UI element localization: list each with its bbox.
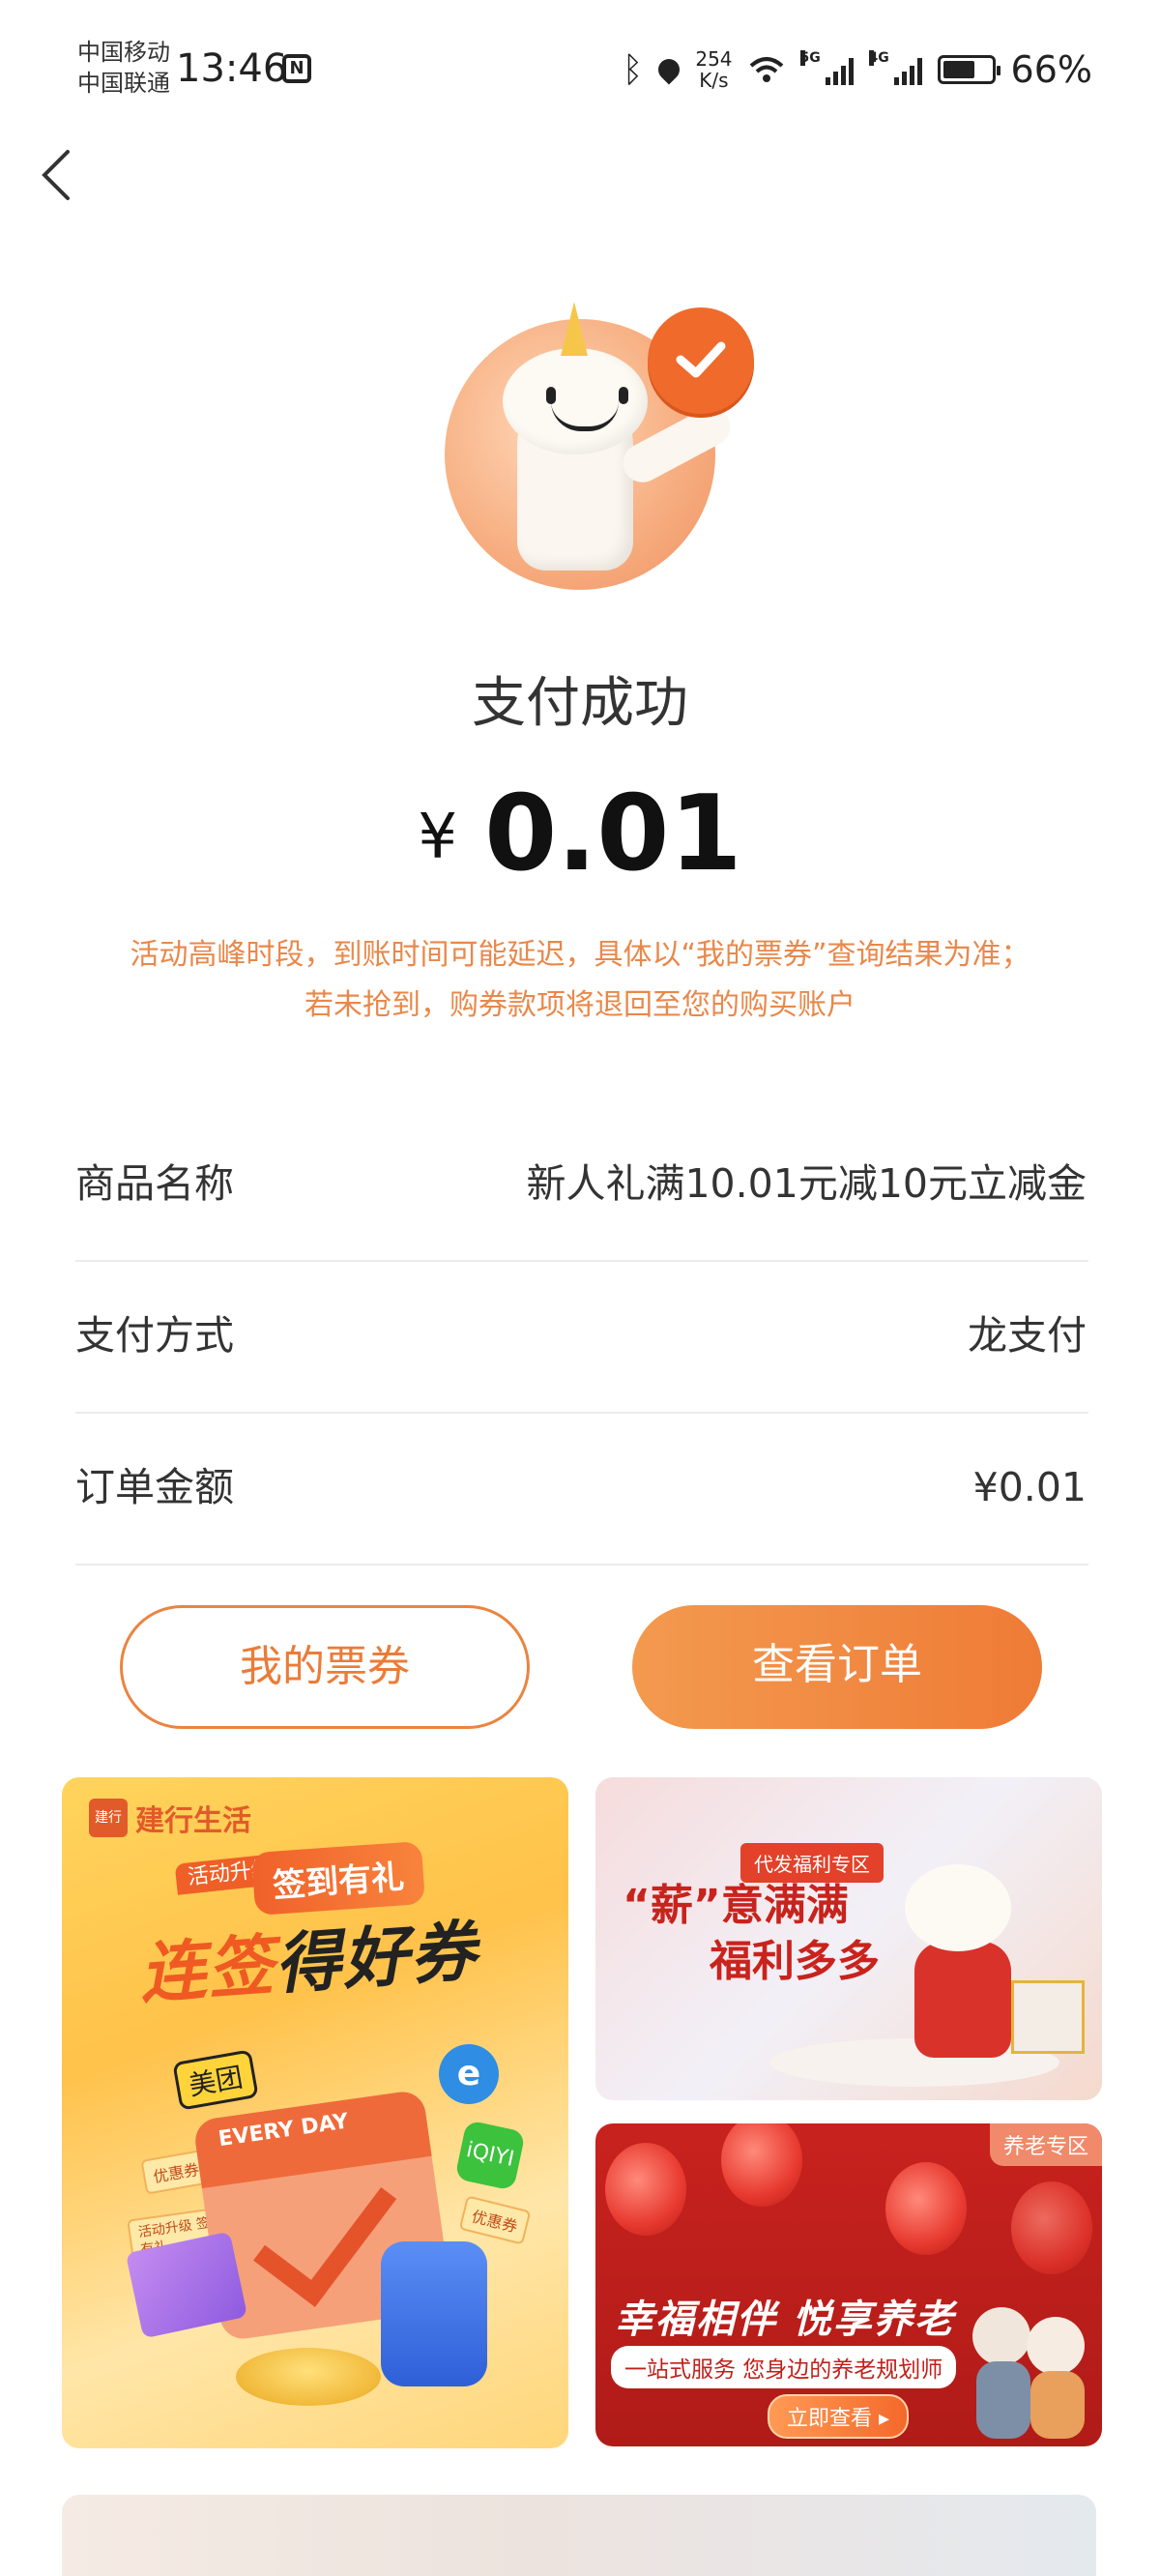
detail-row-product: 商品名称 新人礼满10.01元减10元立减金 (75, 1108, 1088, 1262)
battery-level: 66% (1010, 48, 1092, 91)
notice-line-2: 若未抢到，购券款项将退回至您的购买账户 (304, 988, 856, 1022)
iqiyi-icon: iQIYI (454, 2120, 526, 2191)
lantern-icon (721, 2123, 802, 2207)
carrier-2: 中国联通 (77, 70, 170, 97)
salary-welfare-banner[interactable]: 代发福利专区 “薪”意满满 福利多多 (595, 1777, 1102, 2100)
ccb-life-logo: 建行 (89, 1799, 128, 1837)
notice-line-1: 活动高峰时段，到账时间可能延迟，具体以“我的票券”查询结果为准； (130, 938, 1030, 972)
elder-care-banner[interactable]: 养老专区 幸福相伴 悦享养老 一站式服务 您身边的养老规划师 立即查看 ▸ (595, 2123, 1102, 2446)
clock: 13:46 (176, 46, 288, 91)
view-order-button[interactable]: 查看订单 (632, 1605, 1042, 1729)
network-speed-unit: K/s (699, 69, 729, 92)
network-speed: 254 K/s (695, 48, 732, 91)
my-tickets-button[interactable]: 我的票券 (120, 1605, 530, 1729)
salary-headline: “薪”意满满 福利多多 (623, 1878, 880, 1990)
battery-icon (937, 55, 1000, 84)
signal-4g-icon: 4G (868, 50, 922, 85)
signal-5g-label: 5G (799, 50, 821, 66)
status-bar: 中国移动 中国联通 13:46 N ᛒ 254 K/s 5G 4G 66% (0, 0, 1160, 135)
success-mascot-illustration (425, 280, 773, 600)
currency-symbol: ¥ (418, 802, 458, 873)
carrier-1: 中国移动 (77, 39, 170, 66)
salary-headline-line-2: 福利多多 (710, 1937, 880, 1986)
detail-row-payment-method: 支付方式 龙支付 (75, 1260, 1088, 1414)
brand-name: 建行生活 (135, 1804, 251, 1838)
mascot-illustration (885, 1845, 1030, 2067)
wifi-icon (749, 57, 783, 82)
detail-value: ¥0.01 (972, 1464, 1087, 1510)
signal-5g-icon: 5G (799, 50, 854, 85)
elder-subtitle: 一站式服务 您身边的养老规划师 (611, 2346, 957, 2388)
payment-status-title: 支付成功 (472, 672, 688, 735)
bluetooth-icon: ᛒ (622, 49, 644, 90)
amount-value: 0.01 (484, 774, 742, 894)
payment-result-page: 中国移动 中国联通 13:46 N ᛒ 254 K/s 5G 4G 66% 支付… (0, 0, 1160, 2576)
salary-zone-tag: 代发福利专区 (740, 1843, 884, 1883)
detail-row-order-amount: 订单金额 ¥0.01 (75, 1412, 1088, 1566)
detail-label: 支付方式 (75, 1312, 234, 1359)
detergent-bottle-icon (381, 2241, 487, 2386)
lantern-icon (885, 2162, 967, 2255)
signin-headline: 连签得好券 (136, 1897, 480, 2016)
headline-part-2: 得好券 (272, 1913, 480, 2005)
payment-notice: 活动高峰时段，到账时间可能延迟，具体以“我的票券”查询结果为准； 若未抢到，购券… (58, 930, 1102, 1031)
elder-zone-tag: 养老专区 (989, 2123, 1102, 2166)
status-indicators: ᛒ 254 K/s 5G 4G 66% (623, 43, 1092, 97)
signal-4g-label: 4G (868, 50, 889, 66)
salary-headline-line-1: “薪”意满满 (623, 1881, 849, 1930)
view-now-button[interactable]: 立即查看 ▸ (768, 2394, 910, 2439)
detail-label: 订单金额 (75, 1464, 234, 1510)
back-button[interactable] (29, 140, 87, 208)
payment-amount: ¥0.01 (0, 774, 1160, 894)
carrier-names: 中国移动 中国联通 (77, 37, 170, 99)
detail-value: 新人礼满10.01元减10元立减金 (526, 1160, 1087, 1207)
signin-promo-banner[interactable]: 建行 建行生活 活动升级 签到有礼 连签得好券 美团 e iQIYI 优惠券 优… (62, 1777, 568, 2448)
elderly-couple-illustration (972, 2298, 1088, 2443)
detail-value: 龙支付 (968, 1312, 1087, 1359)
network-speed-value: 254 (695, 47, 733, 71)
check-icon (648, 307, 754, 414)
lantern-icon (605, 2143, 686, 2236)
gold-coins-icon (236, 2348, 381, 2406)
detail-label: 商品名称 (75, 1160, 234, 1207)
nfc-icon: N (282, 54, 311, 83)
partial-promo-banner[interactable] (62, 2495, 1096, 2576)
headline-part-1: 连签 (137, 1927, 278, 2014)
eleme-icon: e (439, 2044, 499, 2104)
location-icon (653, 54, 684, 85)
coupon-ticket: 优惠券 (458, 2195, 532, 2245)
meituan-tag: 美团 (172, 2049, 259, 2111)
elder-headline: 幸福相伴 悦享养老 (615, 2298, 955, 2342)
lantern-icon (1011, 2181, 1092, 2274)
chevron-left-icon (42, 150, 70, 200)
